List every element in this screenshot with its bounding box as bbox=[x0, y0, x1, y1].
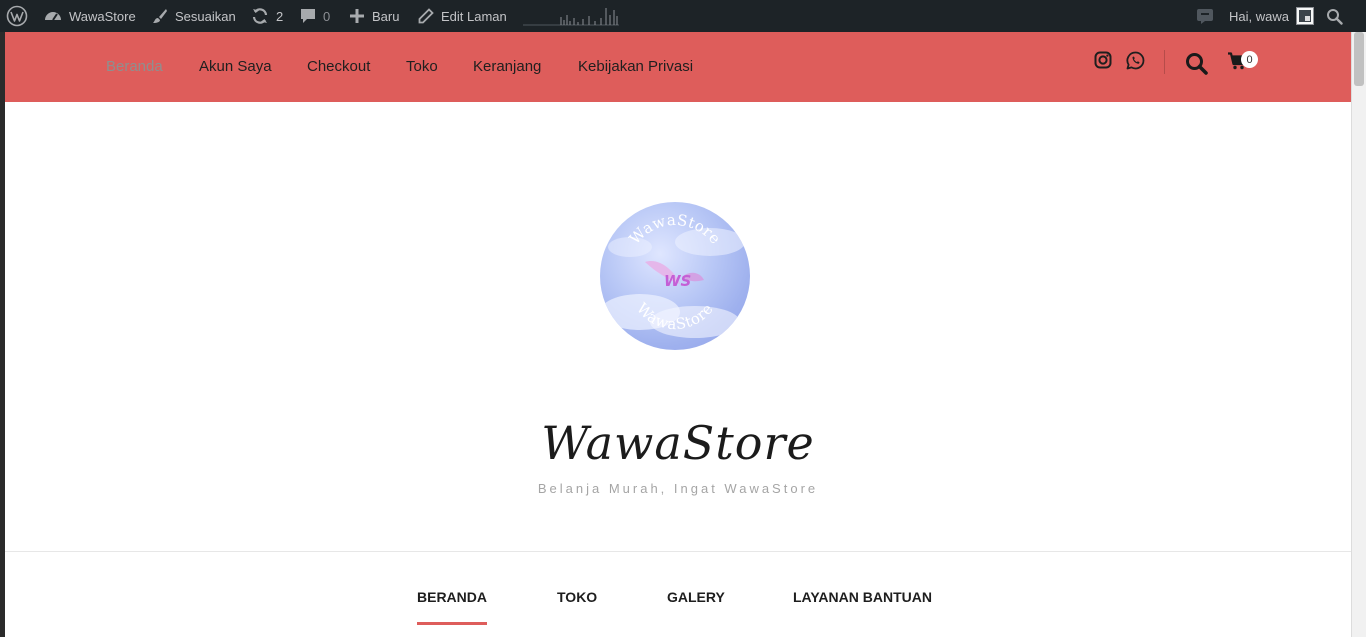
header-divider bbox=[5, 551, 1351, 552]
admin-search-button[interactable] bbox=[1326, 0, 1343, 32]
search-icon bbox=[1326, 8, 1343, 25]
wp-logo-button[interactable] bbox=[6, 0, 28, 32]
nav-item-akun-saya[interactable]: Akun Saya bbox=[199, 58, 272, 75]
nav-item-toko[interactable]: Toko bbox=[406, 58, 438, 75]
wp-admin-bar: WawaStore Sesuaikan 2 0 Baru Edit Laman bbox=[0, 0, 1366, 32]
scrollbar-thumb[interactable] bbox=[1354, 32, 1364, 86]
updates-link[interactable]: 2 bbox=[251, 0, 283, 32]
page-scrollbar[interactable] bbox=[1351, 32, 1366, 637]
notifications-button[interactable] bbox=[1196, 0, 1214, 32]
nav-item-checkout[interactable]: Checkout bbox=[307, 58, 370, 75]
avatar bbox=[1295, 7, 1314, 25]
sec-nav-layanan-bantuan[interactable]: LAYANAN BANTUAN bbox=[793, 589, 932, 605]
wordpress-icon bbox=[6, 5, 28, 27]
top-navigation: Beranda Akun Saya Checkout Toko Keranjan… bbox=[5, 32, 1351, 102]
greeting-label: Hai, wawa bbox=[1229, 8, 1289, 24]
nav-item-keranjang[interactable]: Keranjang bbox=[473, 58, 541, 75]
instagram-icon[interactable] bbox=[1094, 51, 1112, 74]
site-name-link[interactable]: WawaStore bbox=[44, 0, 136, 32]
comment-icon bbox=[300, 8, 316, 24]
customize-label: Sesuaikan bbox=[175, 8, 236, 24]
brush-icon bbox=[152, 8, 168, 24]
dashboard-icon bbox=[44, 8, 62, 24]
whatsapp-icon[interactable] bbox=[1126, 51, 1145, 75]
my-account-link[interactable]: Hai, wawa bbox=[1229, 0, 1314, 32]
activity-sparkline bbox=[523, 8, 619, 26]
cart-count-badge: 0 bbox=[1241, 51, 1258, 68]
pencil-icon bbox=[418, 8, 434, 24]
customize-link[interactable]: Sesuaikan bbox=[152, 0, 236, 32]
chat-icon bbox=[1196, 7, 1214, 25]
site-logo[interactable]: WawaStore WawaStore WS bbox=[600, 202, 750, 350]
sec-nav-toko[interactable]: TOKO bbox=[557, 589, 597, 605]
search-icon[interactable] bbox=[1185, 52, 1208, 80]
refresh-icon bbox=[251, 7, 269, 25]
page-content: Beranda Akun Saya Checkout Toko Keranjan… bbox=[5, 32, 1351, 637]
logo-monogram: WS bbox=[664, 272, 691, 290]
plus-icon bbox=[349, 8, 365, 24]
updates-count: 2 bbox=[276, 8, 284, 24]
new-content-link[interactable]: Baru bbox=[349, 0, 399, 32]
site-title[interactable]: WawaStore bbox=[5, 416, 1351, 470]
nav-item-beranda[interactable]: Beranda bbox=[106, 58, 163, 75]
nav-item-kebijakan-privasi[interactable]: Kebijakan Privasi bbox=[578, 58, 693, 75]
new-label: Baru bbox=[372, 8, 400, 24]
comments-link[interactable]: 0 bbox=[300, 0, 330, 32]
sec-nav-beranda[interactable]: BERANDA bbox=[417, 589, 487, 605]
site-tagline: Belanja Murah, Ingat WawaStore bbox=[537, 481, 819, 496]
edit-page-link[interactable]: Edit Laman bbox=[418, 0, 507, 32]
active-tab-underline bbox=[417, 622, 487, 625]
nav-divider bbox=[1164, 50, 1165, 74]
comments-count: 0 bbox=[323, 8, 331, 24]
site-name-label: WawaStore bbox=[69, 8, 136, 24]
sec-nav-galery[interactable]: GALERY bbox=[667, 589, 725, 605]
edit-page-label: Edit Laman bbox=[441, 8, 507, 24]
